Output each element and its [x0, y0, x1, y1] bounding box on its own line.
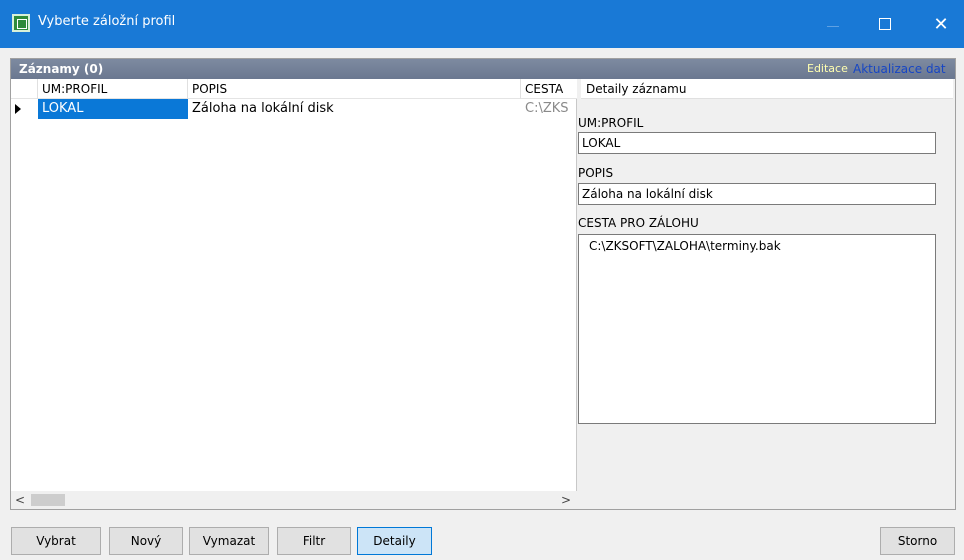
detail-header: Detaily záznamu: [581, 79, 953, 99]
indicator-column-header: [11, 79, 38, 99]
details-button[interactable]: Detaily: [357, 527, 432, 555]
profil-label: UM:PROFIL: [578, 116, 644, 130]
profil-field[interactable]: LOKAL: [578, 132, 936, 154]
update-data-link[interactable]: Aktualizace dat: [853, 62, 946, 76]
filter-button[interactable]: Filtr: [277, 527, 351, 555]
delete-button[interactable]: Vymazat: [189, 527, 269, 555]
select-button[interactable]: Vybrat: [11, 527, 101, 555]
close-icon: ✕: [933, 13, 949, 35]
title-bar: Vyberte záložní profil ✕: [0, 0, 964, 48]
cancel-button[interactable]: Storno: [880, 527, 955, 555]
cell-cesta[interactable]: C:\ZKS: [521, 99, 577, 119]
records-grid[interactable]: UM:PROFIL POPIS CESTA LOKAL Záloha na lo…: [11, 79, 577, 509]
close-button[interactable]: ✕: [918, 0, 964, 48]
popis-label: POPIS: [578, 166, 614, 180]
edit-link[interactable]: Editace: [807, 62, 848, 75]
cell-profil[interactable]: LOKAL: [38, 99, 188, 119]
maximize-icon: [879, 18, 891, 30]
scrollbar-thumb[interactable]: [31, 494, 65, 506]
app-icon: [12, 14, 30, 32]
window-title: Vyberte záložní profil: [38, 14, 176, 29]
minimize-icon: [827, 25, 839, 27]
column-header-popis[interactable]: POPIS: [188, 79, 521, 99]
column-header-cesta[interactable]: CESTA: [521, 79, 577, 99]
maximize-button[interactable]: [862, 0, 908, 48]
current-row-indicator-icon: [11, 99, 38, 119]
new-button[interactable]: Nový: [109, 527, 183, 555]
minimize-button[interactable]: [810, 0, 856, 48]
scroll-right-icon[interactable]: >: [557, 491, 575, 509]
cesta-label: CESTA PRO ZÁLOHU: [578, 216, 699, 230]
column-header-profil[interactable]: UM:PROFIL: [38, 79, 188, 99]
cesta-field[interactable]: C:\ZKSOFT\ZALOHA\terminy.bak: [578, 234, 936, 424]
table-row[interactable]: LOKAL Záloha na lokální disk C:\ZKS: [11, 99, 577, 119]
horizontal-scrollbar[interactable]: < >: [11, 491, 577, 509]
popis-field[interactable]: Záloha na lokální disk: [578, 183, 936, 205]
cell-popis[interactable]: Záloha na lokální disk: [188, 99, 521, 119]
records-caption: Záznamy (0): [19, 62, 104, 76]
grid-header: UM:PROFIL POPIS CESTA: [11, 79, 577, 99]
panel-header: Záznamy (0) Editace Aktualizace dat: [11, 59, 955, 79]
scroll-left-icon[interactable]: <: [11, 491, 29, 509]
